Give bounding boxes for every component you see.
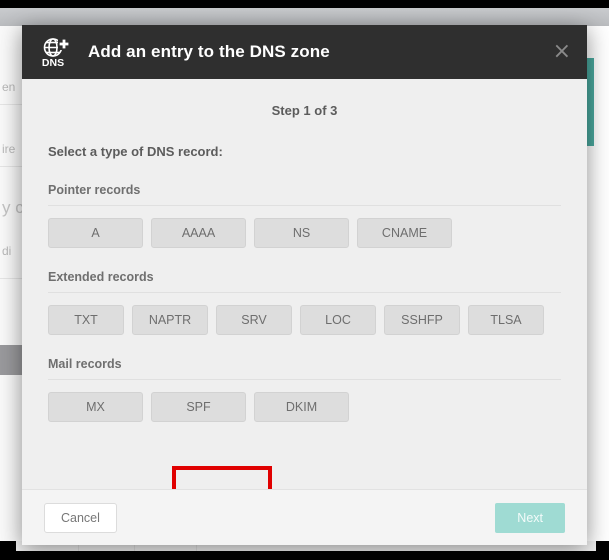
record-type-button-naptr[interactable]: NAPTR [132, 305, 208, 335]
section-divider [48, 205, 561, 206]
background-left-column: en ire y c di [0, 26, 24, 541]
background-top-bar [0, 8, 609, 26]
step-indicator: Step 1 of 3 [48, 103, 561, 118]
record-type-button-mx[interactable]: MX [48, 392, 143, 422]
section-mail-records: Mail records MX SPF DKIM [48, 357, 561, 422]
select-record-prompt: Select a type of DNS record: [48, 144, 561, 159]
dns-record-modal: DNS Add an entry to the DNS zone × Step … [22, 25, 587, 545]
cancel-button[interactable]: Cancel [44, 503, 117, 533]
record-type-button-aaaa[interactable]: AAAA [151, 218, 246, 248]
record-type-button-a[interactable]: A [48, 218, 143, 248]
svg-text:DNS: DNS [42, 57, 64, 69]
modal-header: DNS Add an entry to the DNS zone × [22, 25, 587, 79]
section-title: Extended records [48, 270, 561, 284]
record-type-button-dkim[interactable]: DKIM [254, 392, 349, 422]
next-button[interactable]: Next [495, 503, 565, 533]
record-type-button-sshfp[interactable]: SSHFP [384, 305, 460, 335]
section-divider [48, 379, 561, 380]
record-type-button-tlsa[interactable]: TLSA [468, 305, 544, 335]
modal-title: Add an entry to the DNS zone [88, 42, 330, 62]
record-type-button-cname[interactable]: CNAME [357, 218, 452, 248]
section-title: Mail records [48, 357, 561, 371]
record-type-button-srv[interactable]: SRV [216, 305, 292, 335]
annotation-highlight-box [172, 466, 272, 489]
close-icon[interactable]: × [553, 41, 571, 63]
extended-record-buttons: TXT NAPTR SRV LOC SSHFP TLSA [48, 305, 561, 335]
mail-record-buttons: MX SPF DKIM [48, 392, 561, 422]
section-pointer-records: Pointer records A AAAA NS CNAME [48, 183, 561, 248]
section-title: Pointer records [48, 183, 561, 197]
background-block [0, 345, 24, 375]
record-type-button-txt[interactable]: TXT [48, 305, 124, 335]
section-extended-records: Extended records TXT NAPTR SRV LOC SSHFP… [48, 270, 561, 335]
modal-footer: Cancel Next [22, 489, 587, 545]
pointer-record-buttons: A AAAA NS CNAME [48, 218, 561, 248]
record-type-button-spf[interactable]: SPF [151, 392, 246, 422]
record-type-button-ns[interactable]: NS [254, 218, 349, 248]
section-divider [48, 292, 561, 293]
dns-globe-plus-icon: DNS [36, 32, 76, 72]
modal-body: Step 1 of 3 Select a type of DNS record:… [22, 79, 587, 489]
record-type-button-loc[interactable]: LOC [300, 305, 376, 335]
